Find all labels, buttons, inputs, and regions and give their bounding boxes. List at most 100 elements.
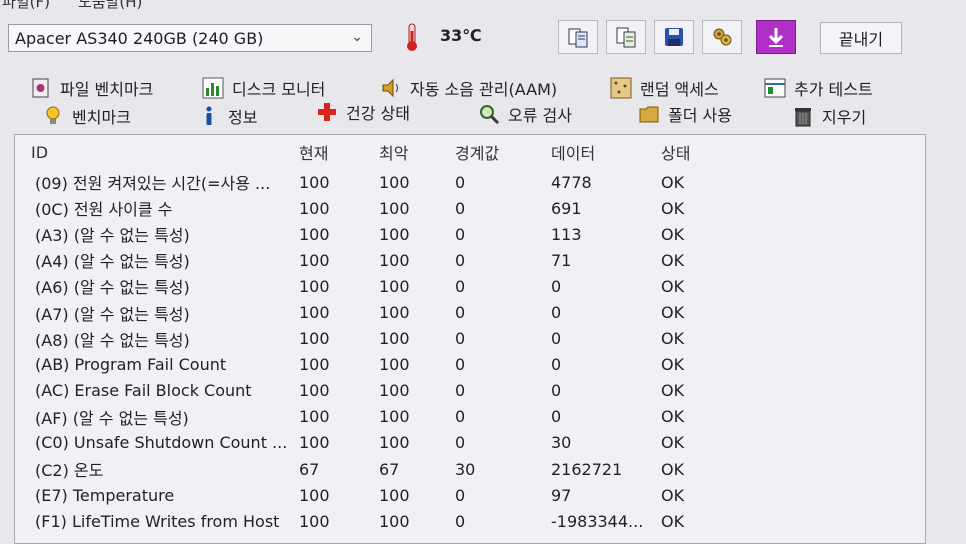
tab-label: 자동 소음 관리(AAM): [410, 80, 558, 99]
cell-data: 0: [551, 381, 562, 401]
cell-current: 100: [299, 511, 330, 531]
tab-file-benchmark[interactable]: 파일 벤치마크: [30, 76, 153, 100]
column-header-status[interactable]: 상태: [661, 135, 781, 169]
menu-help[interactable]: 도움말(H): [78, 0, 142, 11]
cell-worst: 100: [379, 433, 410, 453]
tab-label: 오류 검사: [508, 106, 572, 125]
tab-benchmark[interactable]: 벤치마크: [42, 104, 131, 128]
cell-worst: 100: [379, 276, 410, 296]
health-cross-icon: [318, 103, 336, 121]
cell-data: 0: [551, 303, 562, 323]
table-header-row: ID 현재 최악 경계값 데이터 상태: [15, 135, 781, 169]
save-button[interactable]: [654, 20, 694, 54]
tab-info[interactable]: 정보: [198, 104, 257, 128]
magnifier-icon: [480, 105, 500, 125]
cell-worst: 100: [379, 485, 410, 505]
tab-folder-usage[interactable]: 폴더 사용: [638, 102, 732, 126]
column-header-current[interactable]: 현재: [299, 135, 379, 169]
tab-label: 랜덤 액세스: [640, 80, 719, 99]
options-button[interactable]: [702, 20, 742, 54]
tab-bar: 파일 벤치마크 디스크 모니터 자동 소음 관리(AAM) 랜덤 액세스 추가 …: [14, 72, 958, 130]
tab-disk-monitor[interactable]: 디스크 모니터: [202, 76, 325, 100]
cell-id: (F1) LifeTime Writes from Host: [35, 511, 280, 531]
cell-current: 100: [299, 250, 330, 270]
table-row[interactable]: (A3) (알 수 없는 특성) 100 100 0 113 OK: [15, 221, 781, 247]
column-header-id[interactable]: ID: [15, 135, 299, 169]
tab-aam[interactable]: 자동 소음 관리(AAM): [380, 76, 557, 100]
cell-threshold: 0: [455, 303, 466, 323]
tab-error-scan[interactable]: 오류 검사: [478, 102, 572, 126]
cell-current: 100: [299, 485, 330, 505]
cell-threshold: 0: [455, 250, 466, 270]
cell-id: (0C) 전원 사이클 수: [35, 200, 173, 220]
column-header-data[interactable]: 데이터: [551, 135, 661, 169]
cell-worst: 100: [379, 329, 410, 349]
disk-monitor-icon: [202, 77, 224, 99]
table-row[interactable]: (A6) (알 수 없는 특성) 100 100 0 0 OK: [15, 273, 781, 299]
tab-label: 지우기: [822, 108, 867, 127]
table-row[interactable]: (E7) Temperature 100 100 0 97 OK: [15, 482, 781, 508]
copy-text-button[interactable]: [606, 20, 646, 54]
column-header-worst[interactable]: 최악: [379, 135, 455, 169]
download-icon: [768, 28, 784, 47]
cell-current: 100: [299, 303, 330, 323]
cell-data: 0: [551, 276, 562, 296]
table-body: (09) 전원 켜져있는 시간(=사용 ... 100 100 0 4778 OK (0C…: [15, 169, 781, 534]
cell-threshold: 0: [455, 172, 466, 192]
copy-icon: [568, 28, 588, 48]
tab-label: 파일 벤치마크: [60, 80, 154, 99]
cell-status: OK: [661, 276, 685, 296]
cell-id: (A6) (알 수 없는 특성): [35, 278, 190, 298]
cell-worst: 100: [379, 172, 410, 192]
tab-extra-tests[interactable]: 추가 테스트: [764, 76, 873, 100]
column-header-threshold[interactable]: 경계값: [455, 135, 551, 169]
cell-current: 100: [299, 433, 330, 453]
speaker-icon: [382, 78, 398, 98]
drive-select[interactable]: Apacer AS340 240GB (240 GB) ⌄: [8, 24, 372, 52]
temperature-readout: 33℃: [440, 26, 482, 45]
tab-label: 추가 테스트: [794, 80, 873, 99]
table-row[interactable]: (AC) Erase Fail Block Count 100 100 0 0 OK: [15, 378, 781, 404]
copy-button[interactable]: [558, 20, 598, 54]
table-row[interactable]: (0C) 전원 사이클 수 100 100 0 691 OK: [15, 195, 781, 221]
menu-bar: 파일(F) 도움말(H): [0, 0, 142, 11]
cell-worst: 67: [379, 459, 400, 479]
tab-random-access[interactable]: 랜덤 액세스: [610, 76, 719, 100]
download-button[interactable]: [756, 20, 796, 54]
table-row[interactable]: (AF) (알 수 없는 특성) 100 100 0 0 OK: [15, 404, 781, 430]
tab-health[interactable]: 건강 상태: [316, 100, 410, 124]
cell-id: (A7) (알 수 없는 특성): [35, 304, 190, 324]
tab-label: 디스크 모니터: [232, 80, 326, 99]
table-row[interactable]: (A7) (알 수 없는 특성) 100 100 0 0 OK: [15, 299, 781, 325]
options-icon: [713, 28, 732, 46]
cell-threshold: 0: [455, 276, 466, 296]
cell-id: (C2) 온도: [35, 461, 104, 481]
tab-label: 폴더 사용: [668, 106, 732, 125]
tab-label: 건강 상태: [346, 104, 410, 123]
table-row[interactable]: (F1) LifeTime Writes from Host 100 100 0 -19…: [15, 508, 781, 534]
cell-worst: 100: [379, 407, 410, 427]
cell-status: OK: [661, 407, 685, 427]
exit-button[interactable]: 끝내기: [820, 22, 902, 54]
table-row[interactable]: (A4) (알 수 없는 특성) 100 100 0 71 OK: [15, 247, 781, 273]
cell-data: 97: [551, 485, 572, 505]
tab-label: 정보: [228, 108, 258, 127]
table-row[interactable]: (A8) (알 수 없는 특성) 100 100 0 0 OK: [15, 326, 781, 352]
menu-file[interactable]: 파일(F): [2, 0, 50, 11]
cell-id: (A8) (알 수 없는 특성): [35, 330, 190, 350]
table-row[interactable]: (09) 전원 켜져있는 시간(=사용 ... 100 100 0 4778 OK: [15, 169, 781, 195]
cell-current: 100: [299, 329, 330, 349]
table-row[interactable]: (AB) Program Fail Count 100 100 0 0 OK: [15, 352, 781, 378]
table-row[interactable]: (C0) Unsafe Shutdown Count ... 100 100 0 30 O…: [15, 430, 781, 456]
copy-text-icon: [616, 27, 636, 48]
cell-status: OK: [661, 198, 685, 218]
cell-current: 100: [299, 355, 330, 375]
cell-id: (AB) Program Fail Count: [35, 355, 227, 375]
table-row[interactable]: (C2) 온도 67 67 30 2162721 OK: [15, 456, 781, 482]
cell-status: OK: [661, 511, 685, 531]
random-access-icon: [610, 77, 632, 99]
cell-current: 100: [299, 276, 330, 296]
cell-current: 100: [299, 172, 330, 192]
cell-id: (E7) Temperature: [35, 485, 175, 505]
tab-erase[interactable]: 지우기: [792, 104, 866, 128]
